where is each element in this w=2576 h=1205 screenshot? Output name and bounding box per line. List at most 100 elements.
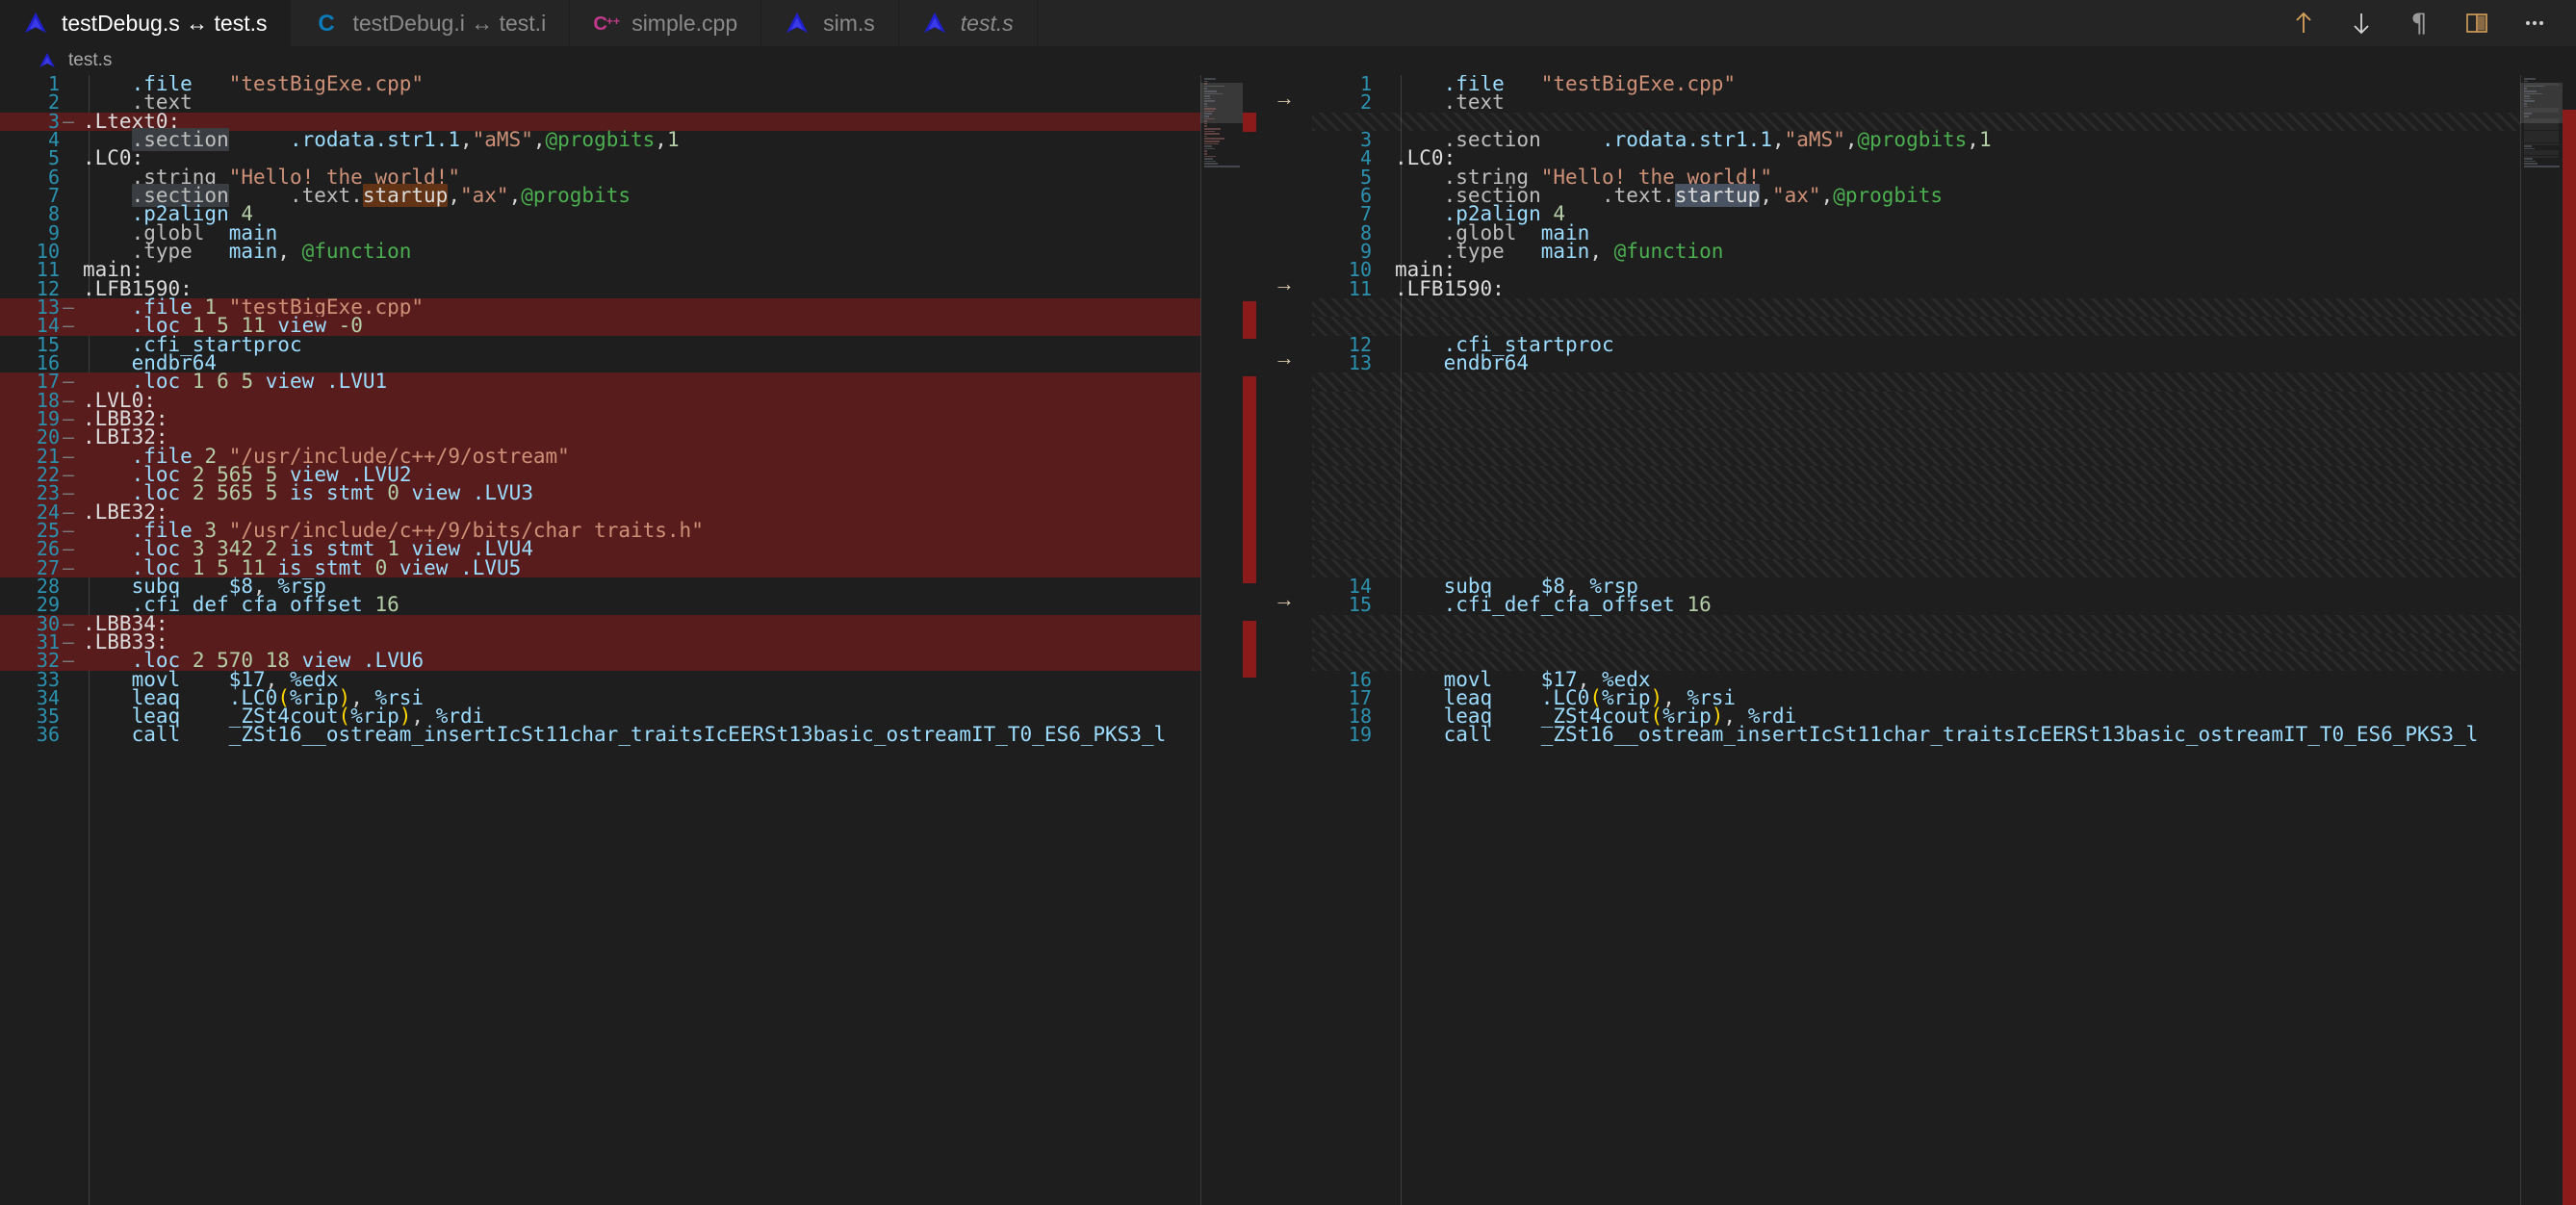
tab-testdebug-i-test-i[interactable]: CtestDebug.i ↔ test.i [291, 0, 571, 46]
code-token: 5 [241, 370, 254, 394]
original-minimap[interactable] [1200, 75, 1243, 1205]
code-line-row[interactable]: 2 .text [0, 92, 1256, 113]
code-line-row[interactable]: 9 .type main, @function [1312, 239, 2576, 263]
minimap-line [1204, 95, 1210, 97]
minimap-line [1204, 97, 1211, 100]
code-token: 1 [192, 370, 205, 394]
code-line-text: .section .rodata.str1.1,"aMS",@progbits,… [75, 127, 1256, 151]
code-line-row[interactable]: 11 .LFB1590: [1312, 276, 2576, 300]
code-token: , [1760, 183, 1772, 207]
code-line-row[interactable]: 2 .text [1312, 90, 2576, 115]
revert-change-arrow[interactable]: → [1270, 88, 1299, 109]
next-change-button[interactable] [2345, 7, 2378, 39]
code-token: .cfi_def_cfa_offset [1443, 593, 1675, 617]
previous-change-button[interactable] [2287, 7, 2320, 39]
modified-code-area[interactable]: 1 .file "testBigExe.cpp" 2 .text 3 .sectio… [1312, 75, 2576, 1205]
revert-change-arrow[interactable]: → [1270, 589, 1299, 610]
diff-deleted-marker: — [62, 314, 75, 338]
minimap-line [2524, 78, 2536, 80]
code-line-row[interactable]: 15 .cfi_def_cfa_offset 16 [1312, 593, 2576, 617]
diff-placeholder-row[interactable] [1312, 540, 2576, 559]
code-token: "ax" [1771, 183, 1821, 207]
more-actions-button[interactable] [2518, 7, 2551, 39]
code-token: @progbits [1857, 127, 1968, 151]
line-number: 36 [36, 723, 60, 747]
original-code-area[interactable]: 1 .file "testBigExe.cpp" 2 .text 3— .Ltext0… [0, 75, 1256, 1205]
asm-file-icon [37, 50, 58, 71]
diff-placeholder-row[interactable] [1312, 521, 2576, 541]
tab-testdebug-s-test-s[interactable]: testDebug.s ↔ test.s [0, 0, 292, 46]
modified-overview-ruler[interactable] [2563, 75, 2576, 1205]
diff-placeholder-row[interactable] [1312, 428, 2576, 448]
cpp-file-icon: C ++ [591, 9, 621, 38]
code-line-row[interactable]: 18— .LVL0: [0, 390, 1256, 410]
code-line-row[interactable]: 30— .LBB34: [0, 613, 1256, 633]
code-line-text: .file "testBigExe.cpp" [1387, 75, 2576, 94]
tab-test-s[interactable]: test.s [899, 0, 1038, 46]
diff-placeholder-row[interactable] [1312, 614, 2576, 633]
asm-file-icon [920, 9, 949, 38]
tab-label: testDebug.i ↔ test.i [352, 10, 547, 36]
code-token: .LFB1590: [1395, 276, 1505, 300]
code-line-row[interactable]: 19— .LBB32: [0, 408, 1256, 428]
code-token: 1 [1978, 127, 1992, 151]
diff-placeholder-row[interactable] [1312, 372, 2576, 392]
minimap-line [2524, 85, 2544, 88]
modified-editor-pane[interactable]: 1 .file "testBigExe.cpp" 2 .text 3 .sectio… [1312, 75, 2576, 1205]
code-line-row[interactable]: 23— .loc 2 565 5 is_stmt 0 view .LVU3 [0, 481, 1256, 505]
minimap-line [1204, 83, 1208, 85]
diff-placeholder-row[interactable] [1312, 632, 2576, 653]
diff-placeholder-row[interactable] [1312, 297, 2576, 318]
diff-deleted-marker: — [62, 109, 75, 133]
diff-placeholder-row[interactable] [1312, 502, 2576, 522]
code-line-row[interactable]: 17— .loc 1 6 5 view .LVU1 [0, 370, 1256, 394]
split-editor-button[interactable] [2460, 7, 2493, 39]
toggle-whitespace-button[interactable]: ¶ [2403, 7, 2435, 39]
code-line-row[interactable]: 10 .type main, @function [0, 241, 1256, 261]
code-token: @progbits [545, 127, 656, 151]
svg-text:C: C [319, 11, 335, 37]
code-token: 2 [192, 481, 205, 505]
code-line-text: .file "testBigExe.cpp" [75, 75, 1256, 95]
code-line-row[interactable]: 19 call _ZSt16__ostream_insertIcSt11char… [1312, 723, 2576, 747]
tab-sim-s[interactable]: sim.s [761, 0, 899, 46]
minimap-line [2524, 163, 2537, 165]
code-token: , [1589, 239, 1614, 263]
minimap-line [2524, 80, 2528, 83]
minimap-line [1204, 113, 1212, 115]
tab-simple-cpp[interactable]: C ++ simple.cpp [570, 0, 762, 46]
minimap-line [2524, 90, 2537, 92]
diff-placeholder-row[interactable] [1312, 447, 2576, 466]
asm-file-icon [21, 9, 50, 38]
code-line-row[interactable]: 29 .cfi_def_cfa_offset 16 [0, 595, 1256, 615]
original-editor-pane[interactable]: 1 .file "testBigExe.cpp" 2 .text 3— .Ltext0… [0, 75, 1256, 1205]
code-token: call [1443, 723, 1493, 747]
code-line-text: .type main, @function [75, 241, 1256, 261]
diff-placeholder-row[interactable] [1312, 409, 2576, 429]
code-token: 565 [217, 481, 254, 505]
diff-placeholder-row[interactable] [1312, 484, 2576, 503]
code-line-text: .cfi_startproc [75, 334, 1256, 354]
code-token: .text. [289, 183, 363, 207]
modified-minimap[interactable] [2520, 75, 2563, 1205]
overview-ruler-change-marker [1243, 376, 1256, 584]
minimap-line [2524, 95, 2530, 97]
breadcrumb-label[interactable]: test.s [68, 50, 112, 71]
code-line-row[interactable]: 36 call _ZSt16__ostream_insertIcSt11char… [0, 723, 1256, 747]
code-line-row[interactable]: 3 .section .rodata.str1.1,"aMS",@progbit… [1312, 127, 2576, 151]
diff-gutter[interactable]: → → → → [1256, 75, 1312, 1205]
diff-placeholder-row[interactable] [1312, 391, 2576, 410]
diff-placeholder-row[interactable] [1312, 465, 2576, 485]
revert-change-arrow[interactable]: → [1270, 347, 1299, 369]
code-line-row[interactable]: 13 endbr64 [1312, 352, 2576, 372]
revert-change-arrow[interactable]: → [1270, 273, 1299, 295]
line-number: 2 [1359, 90, 1372, 115]
original-overview-ruler[interactable] [1243, 75, 1256, 1205]
code-line-row[interactable]: 4 .section .rodata.str1.1,"aMS",@progbit… [0, 127, 1256, 151]
